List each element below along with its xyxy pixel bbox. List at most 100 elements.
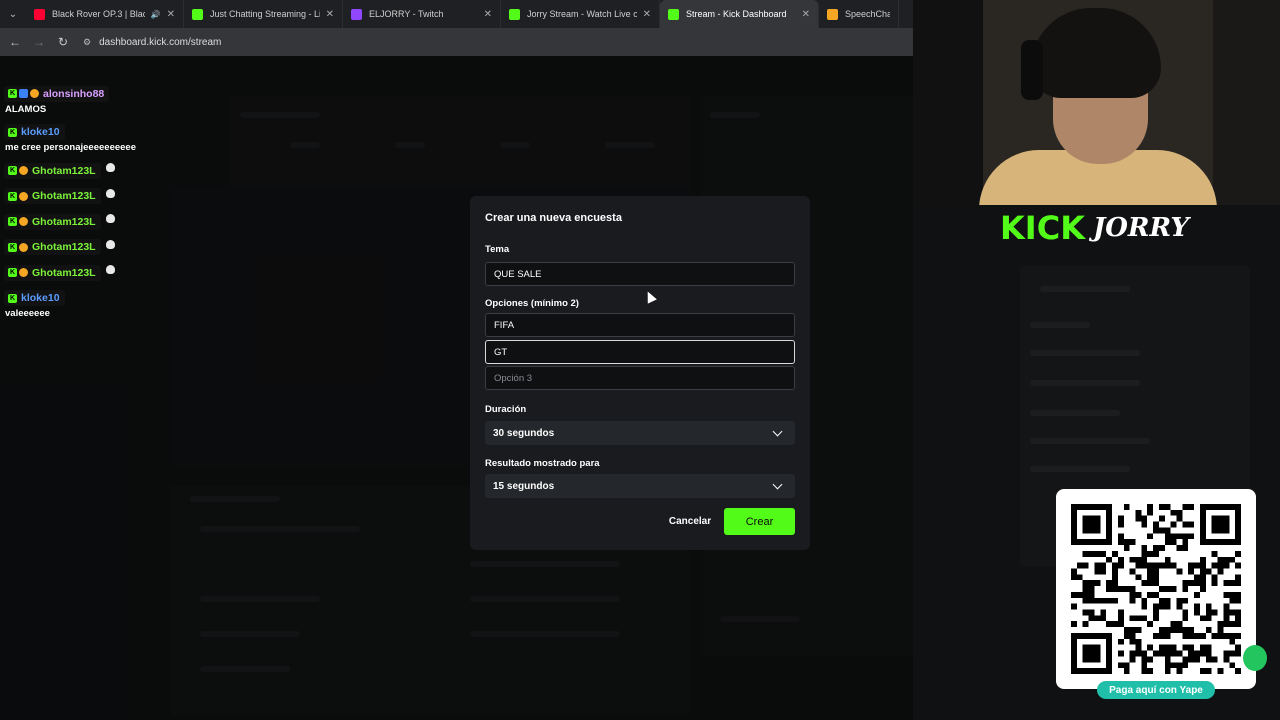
tab-favicon-icon — [827, 8, 838, 20]
tab-search-icon[interactable]: ⌄ — [0, 0, 26, 28]
browser-tab[interactable]: SpeechChat — [819, 0, 899, 28]
qr-module — [1112, 562, 1118, 569]
option-2-input[interactable]: GT — [485, 340, 795, 364]
back-icon[interactable]: ← — [3, 35, 27, 49]
url-text: dashboard.kick.com/stream — [99, 36, 222, 48]
qr-module — [1176, 515, 1183, 522]
qr-module — [1199, 574, 1206, 581]
chat-message: Kalonsinho88 ALAMOS — [4, 82, 204, 115]
qr-module — [1217, 562, 1224, 569]
qr-module — [1229, 591, 1236, 598]
qr-module — [1182, 580, 1189, 587]
qr-module — [1164, 504, 1171, 510]
chevron-down-icon — [772, 426, 783, 436]
qr-module — [1158, 527, 1165, 534]
qr-module — [1194, 656, 1200, 663]
tab-close-icon[interactable]: ✕ — [643, 9, 651, 20]
duration-select[interactable]: 30 segundos — [485, 421, 795, 445]
chat-message-text: ALAMOS — [5, 103, 47, 115]
qr-module — [1194, 591, 1200, 598]
qr-module — [1182, 609, 1189, 616]
tab-audio-icon[interactable]: 🔊 — [151, 10, 161, 19]
qr-module — [1117, 562, 1124, 569]
browser-tab[interactable]: Black Rover OP.3 | Black Clo 🔊 ✕ — [26, 0, 184, 28]
reload-icon[interactable]: ↻ — [51, 35, 75, 49]
webcam-background — [1213, 0, 1280, 205]
qr-module — [1158, 515, 1165, 522]
kick-badge-icon: K — [8, 191, 17, 201]
tab-favicon-icon — [509, 8, 520, 20]
qr-module — [1235, 580, 1241, 587]
chat-message-text: valeeeeee — [5, 308, 50, 319]
qr-module — [1229, 556, 1236, 563]
sub-badge-icon — [19, 242, 28, 252]
qr-module — [1129, 586, 1136, 592]
forward-icon[interactable]: → — [27, 35, 51, 49]
qr-module — [1194, 580, 1200, 587]
qr-module — [1147, 533, 1154, 540]
qr-module — [1094, 615, 1101, 622]
qr-module — [1094, 550, 1101, 557]
qr-module — [1176, 509, 1183, 516]
qr-module — [1170, 650, 1177, 657]
qr-module — [1141, 656, 1148, 663]
qr-module — [1176, 627, 1183, 633]
tab-close-icon[interactable]: ✕ — [802, 9, 810, 20]
browser-tab[interactable]: ELJORRY - Twitch ✕ — [343, 0, 501, 28]
site-info-icon[interactable]: ⚙ — [83, 37, 91, 48]
qr-module — [1164, 597, 1171, 604]
qr-module — [1199, 556, 1206, 563]
sub-badge-icon — [19, 191, 28, 201]
qr-module — [1188, 533, 1195, 540]
qr-module — [1182, 504, 1189, 510]
qr-module — [1153, 574, 1159, 581]
qr-module — [1205, 668, 1212, 674]
topic-label: Tema — [485, 244, 510, 255]
qr-module — [1217, 621, 1224, 628]
duration-value: 30 segundos — [493, 427, 555, 439]
qr-module — [1088, 609, 1095, 616]
tab-favicon-icon — [192, 8, 203, 20]
duration-label: Duración — [485, 404, 527, 415]
option-3-input[interactable]: Opción 3 — [485, 366, 795, 390]
qr-module — [1135, 627, 1142, 633]
result-duration-label: Resultado mostrado para — [485, 458, 600, 469]
qr-module — [1117, 586, 1124, 592]
kick-badge-icon: K — [8, 89, 17, 98]
option-1-input[interactable]: FIFA — [485, 313, 795, 337]
qr-module — [1182, 545, 1189, 551]
yape-qr-card — [1056, 489, 1256, 689]
qr-module — [1194, 632, 1200, 639]
result-duration-select[interactable]: 15 segundos — [485, 474, 795, 498]
qr-module — [1117, 621, 1124, 628]
tab-close-icon[interactable]: ✕ — [167, 9, 175, 20]
qr-module — [1088, 550, 1095, 557]
browser-tab[interactable]: Jorry Stream - Watch Live on Ki ✕ — [501, 0, 660, 28]
browser-tab[interactable]: Just Chatting Streaming - Live S ✕ — [184, 0, 343, 28]
qr-module — [1082, 597, 1089, 604]
qr-module — [1199, 644, 1206, 651]
qr-module — [1135, 644, 1142, 651]
browser-tab[interactable]: Stream - Kick Dashboard ✕ — [660, 0, 819, 28]
qr-module — [1205, 656, 1212, 663]
url-field[interactable]: ⚙ dashboard.kick.com/stream — [83, 37, 221, 48]
qr-module — [1194, 574, 1200, 581]
qr-module — [1170, 627, 1177, 633]
qr-module — [1205, 627, 1212, 633]
tab-close-icon[interactable]: ✕ — [484, 9, 492, 20]
qr-module — [1094, 562, 1101, 569]
cancel-button[interactable]: Cancelar — [666, 508, 714, 534]
qr-module — [1164, 650, 1171, 657]
topic-input[interactable]: QUE SALE — [485, 262, 795, 286]
qr-module — [1135, 509, 1142, 516]
tab-close-icon[interactable]: ✕ — [326, 9, 334, 20]
qr-module — [1164, 586, 1171, 592]
tab-title: SpeechChat — [845, 9, 890, 19]
qr-module — [1188, 632, 1195, 639]
create-button[interactable]: Crear — [724, 508, 795, 535]
qr-module — [1176, 650, 1183, 657]
chat-emote-icon — [105, 214, 115, 223]
ghost-text — [1030, 466, 1130, 472]
qr-module — [1223, 591, 1230, 598]
qr-module — [1211, 656, 1218, 663]
